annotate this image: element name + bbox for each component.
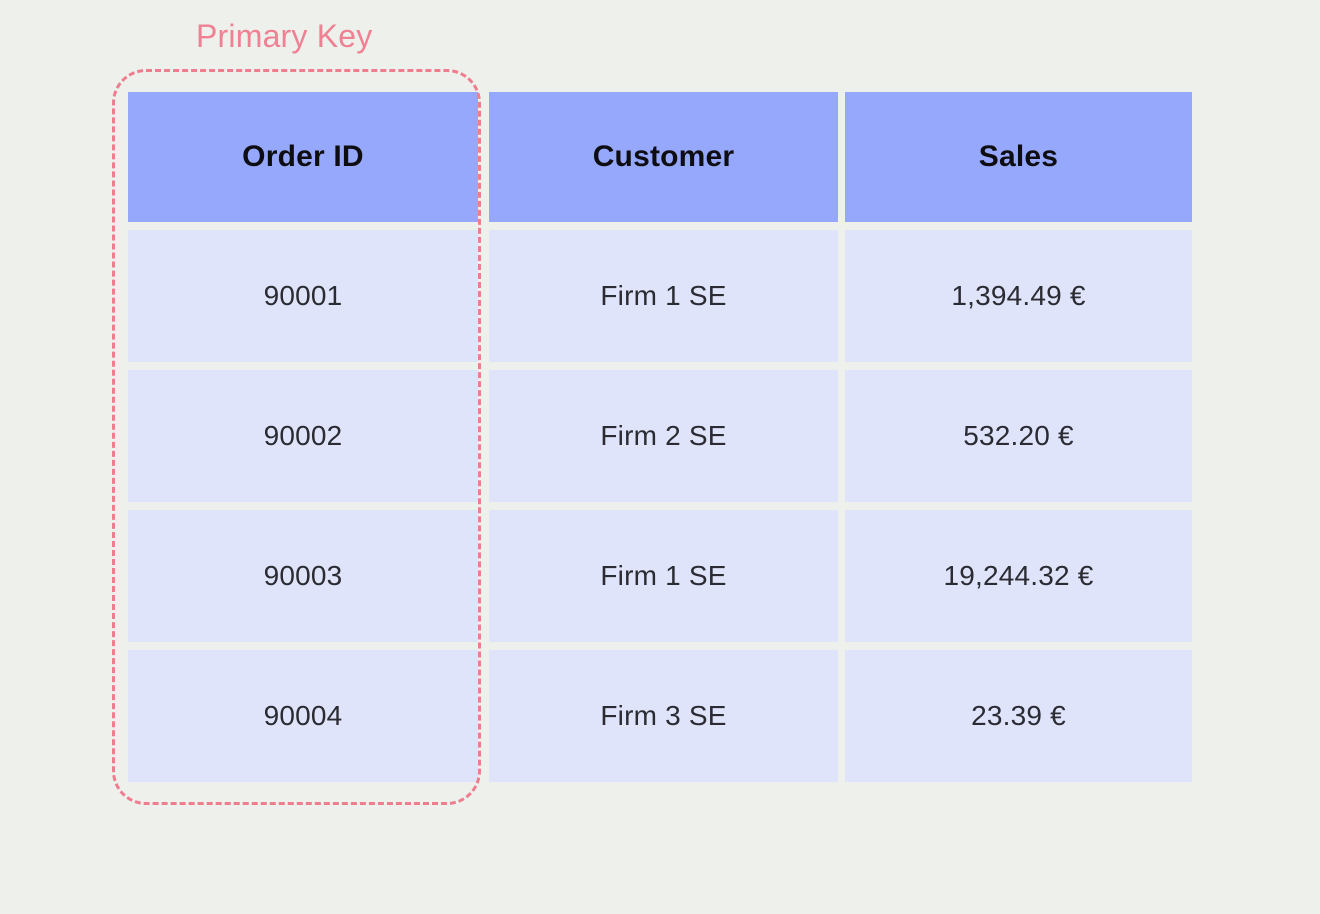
- primary-key-annotation-label: Primary Key: [196, 18, 373, 54]
- cell-sales: 23.39 €: [845, 650, 1192, 782]
- cell-sales: 1,394.49 €: [845, 230, 1192, 362]
- cell-customer: Firm 3 SE: [489, 650, 838, 782]
- cell-order-id: 90004: [128, 650, 478, 782]
- table-row: 90003 Firm 1 SE 19,244.32 €: [128, 510, 1192, 642]
- cell-order-id: 90001: [128, 230, 478, 362]
- cell-order-id: 90003: [128, 510, 478, 642]
- table-row: 90002 Firm 2 SE 532.20 €: [128, 370, 1192, 502]
- cell-customer: Firm 1 SE: [489, 510, 838, 642]
- table-row: 90004 Firm 3 SE 23.39 €: [128, 650, 1192, 782]
- column-header-sales: Sales: [845, 92, 1192, 222]
- cell-customer: Firm 2 SE: [489, 370, 838, 502]
- cell-order-id: 90002: [128, 370, 478, 502]
- table-row: 90001 Firm 1 SE 1,394.49 €: [128, 230, 1192, 362]
- diagram-canvas: Primary Key Order ID Customer Sales 9000…: [0, 0, 1320, 914]
- data-table: Order ID Customer Sales 90001 Firm 1 SE …: [128, 92, 1192, 782]
- table-header-row: Order ID Customer Sales: [128, 92, 1192, 222]
- cell-customer: Firm 1 SE: [489, 230, 838, 362]
- column-header-order-id: Order ID: [128, 92, 478, 222]
- cell-sales: 19,244.32 €: [845, 510, 1192, 642]
- cell-sales: 532.20 €: [845, 370, 1192, 502]
- column-header-customer: Customer: [489, 92, 838, 222]
